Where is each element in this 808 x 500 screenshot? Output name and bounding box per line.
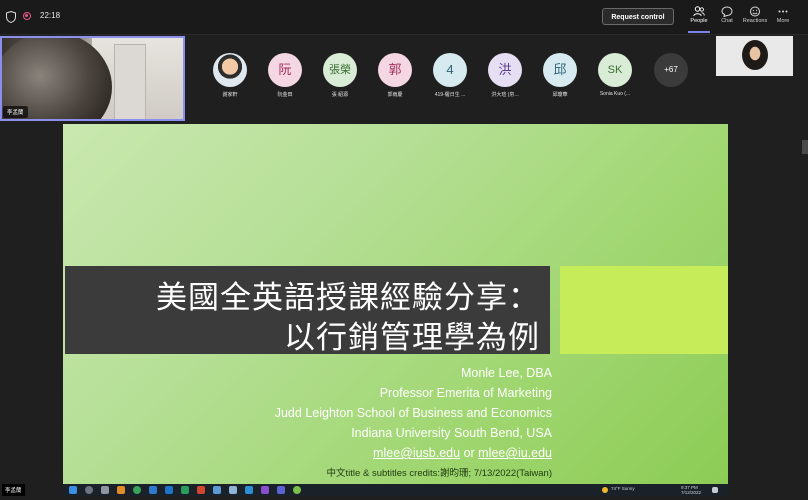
participant-tile[interactable]: 張榮 張 紹源 — [322, 53, 358, 98]
avatar: 阮 — [268, 53, 302, 87]
remote-video-tile[interactable] — [716, 36, 793, 76]
avatar: 郭 — [378, 53, 412, 87]
video-person — [742, 40, 768, 70]
sun-icon — [602, 487, 608, 493]
participant-tile[interactable]: 謝家軒 — [212, 53, 248, 98]
windows-start-icon — [69, 486, 77, 494]
search-icon — [85, 486, 93, 494]
participant-name: 謝家軒 — [222, 92, 238, 98]
teams-icon — [277, 486, 285, 494]
task-view-icon — [101, 486, 109, 494]
participant-tile[interactable]: 邱 邱瓊華 — [542, 53, 578, 98]
avatar: SK — [598, 53, 632, 87]
email-link-2[interactable]: mlee@iu.edu — [478, 446, 552, 460]
excel-icon — [181, 486, 189, 494]
word-icon — [213, 486, 221, 494]
side-panel-handle[interactable] — [802, 140, 808, 154]
meeting-top-bar: 22:18 Request control People Chat Reacti… — [0, 0, 808, 35]
self-video-tile[interactable] — [0, 36, 185, 121]
video-door — [114, 44, 146, 119]
people-icon — [693, 6, 705, 17]
app-icon — [229, 486, 237, 494]
slide-credits: 中文title & subtitles credits:謝昀珊; 7/13/20… — [326, 468, 552, 479]
more-label: More — [776, 18, 790, 24]
avatar: 4 — [433, 53, 467, 87]
chrome-icon — [133, 486, 141, 494]
clock-date: 7/12/2022 — [681, 490, 702, 495]
more-icon — [778, 10, 788, 13]
avatar: 邱 — [543, 53, 577, 87]
more-button[interactable]: More — [768, 5, 798, 31]
reactions-label: Reactions — [742, 18, 768, 24]
participant-name: 419-羅日生 ... — [434, 92, 466, 98]
participant-name: 洪大瑄 (帛... — [491, 92, 519, 98]
shared-taskbar: 74°F Sunny 9:37 PM 7/12/2022 — [63, 484, 728, 496]
app-icon — [293, 486, 301, 494]
slide-title-box: 美國全英語授課經驗分享： 以行銷管理學為例 — [65, 266, 550, 356]
people-label: People — [690, 18, 708, 24]
weather-text: 74°F Sunny — [611, 486, 635, 491]
slide-title-line1: 美國全英語授課經驗分享： — [156, 280, 540, 316]
slide-title-line2: 以行銷管理學為例 — [284, 320, 540, 356]
powerpoint-icon — [197, 486, 205, 494]
chat-button[interactable]: Chat — [712, 5, 742, 31]
reactions-button[interactable]: Reactions — [740, 5, 770, 31]
participant-tile[interactable]: 4 419-羅日生 ... — [432, 53, 468, 98]
app-icon — [245, 486, 253, 494]
shared-slide: 美國全英語授課經驗分享： 以行銷管理學為例 Monle Lee, DBA Pro… — [63, 124, 728, 484]
participant-name: 邱瓊華 — [552, 92, 568, 98]
request-control-button[interactable]: Request control — [602, 8, 674, 25]
chat-label: Chat — [721, 18, 733, 24]
participant-name: 郭雨慶 — [387, 92, 403, 98]
meeting-timer: 22:18 — [40, 11, 61, 20]
outlook-icon — [165, 486, 173, 494]
self-video-name: 李孟蘭 — [3, 106, 28, 118]
participant-name: 阮金田 — [277, 92, 293, 98]
more-participants-button[interactable]: +67 — [654, 53, 688, 87]
participant-name: Sonia Kuo (... — [599, 91, 631, 97]
presenter-school: Judd Leighton School of Business and Eco… — [274, 406, 552, 420]
chat-icon — [721, 6, 733, 17]
presenter-emails: mlee@iusb.edu or mlee@iu.edu — [373, 446, 552, 460]
notification-icon — [712, 487, 718, 493]
participant-tile[interactable]: 洪 洪大瑄 (帛... — [487, 53, 523, 98]
participant-tile[interactable]: SK Sonia Kuo (... — [597, 53, 633, 97]
avatar: 洪 — [488, 53, 522, 87]
participant-tile[interactable]: 阮 阮金田 — [267, 53, 303, 98]
presenter-university: Indiana University South Bend, USA — [351, 426, 552, 440]
app-icon — [261, 486, 269, 494]
reactions-icon — [750, 6, 760, 17]
bottom-name-label: 李孟蘭 — [2, 484, 25, 496]
participant-tile[interactable]: 郭 郭雨慶 — [377, 53, 413, 98]
recording-icon — [23, 12, 31, 20]
slide-accent-box — [560, 266, 728, 354]
email-separator: or — [460, 446, 479, 460]
edge-icon — [149, 486, 157, 494]
presenter-position: Professor Emerita of Marketing — [379, 386, 552, 400]
presenter-name: Monle Lee, DBA — [460, 366, 552, 380]
avatar: 張榮 — [323, 53, 357, 87]
firefox-icon — [117, 486, 125, 494]
participant-name: 張 紹源 — [331, 92, 349, 98]
shield-icon — [6, 11, 16, 23]
avatar — [213, 53, 247, 87]
email-link-1[interactable]: mlee@iusb.edu — [373, 446, 460, 460]
people-button[interactable]: People — [684, 5, 714, 33]
